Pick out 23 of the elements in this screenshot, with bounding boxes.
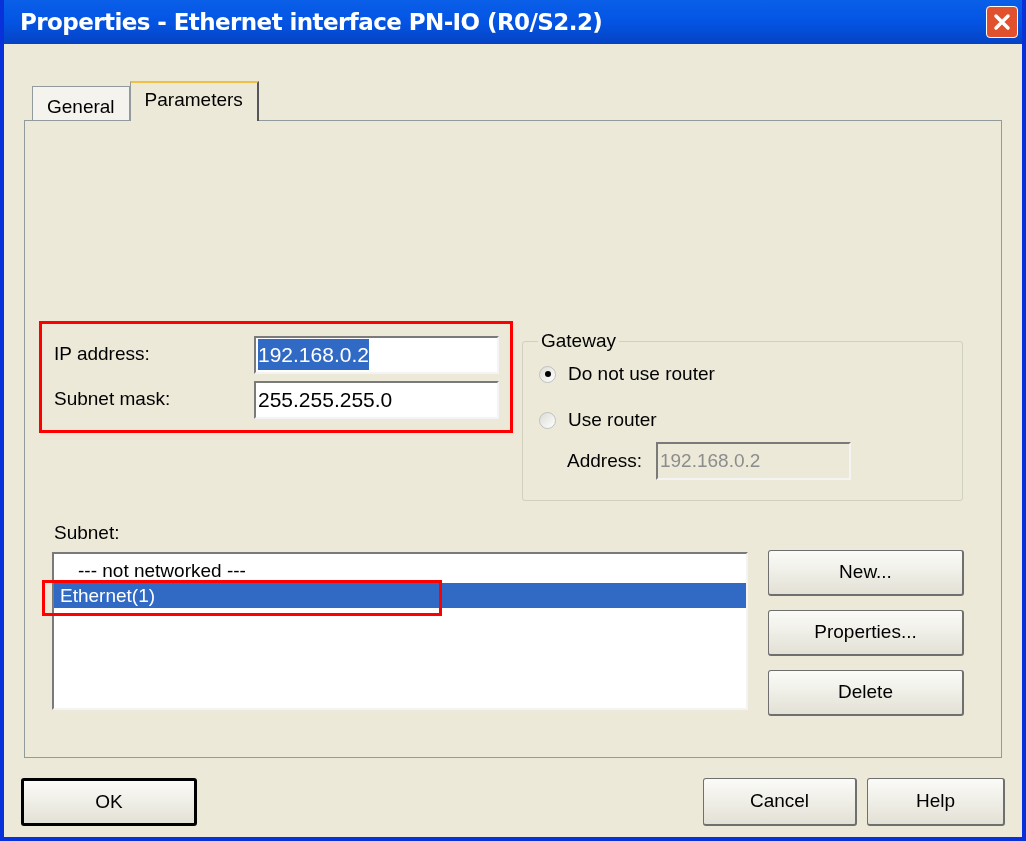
field-label: Address: <box>567 448 642 473</box>
input-field[interactable]: 255.255.255.0 <box>254 380 499 419</box>
push-button[interactable]: Delete <box>768 669 964 716</box>
push-button[interactable]: Cancel <box>703 778 857 826</box>
close-icon <box>993 13 1011 31</box>
push-button[interactable]: OK <box>21 778 197 826</box>
radio-button[interactable] <box>539 411 556 429</box>
option-label[interactable]: Use router <box>568 408 657 432</box>
field-label: Subnet mask: <box>54 387 172 412</box>
option-label[interactable]: Do not use router <box>568 362 715 386</box>
window-title: Properties - Ethernet interface PN-IO (R0/S2.2) <box>20 7 603 37</box>
list-item[interactable]: --- not networked --- <box>54 557 746 583</box>
tab[interactable]: Parameters <box>129 81 259 121</box>
field-label: Subnet: <box>54 522 120 543</box>
field-label: IP address: <box>54 342 151 367</box>
push-button[interactable]: Properties... <box>768 609 964 656</box>
list-item[interactable]: Ethernet(1) <box>54 582 746 608</box>
push-button[interactable]: New... <box>768 549 964 596</box>
input-field[interactable]: 192.168.0.2 <box>254 335 499 374</box>
tab[interactable]: General <box>32 86 130 120</box>
close-button[interactable] <box>986 6 1018 38</box>
radio-button[interactable] <box>539 365 556 383</box>
push-button[interactable]: Help <box>867 778 1005 826</box>
